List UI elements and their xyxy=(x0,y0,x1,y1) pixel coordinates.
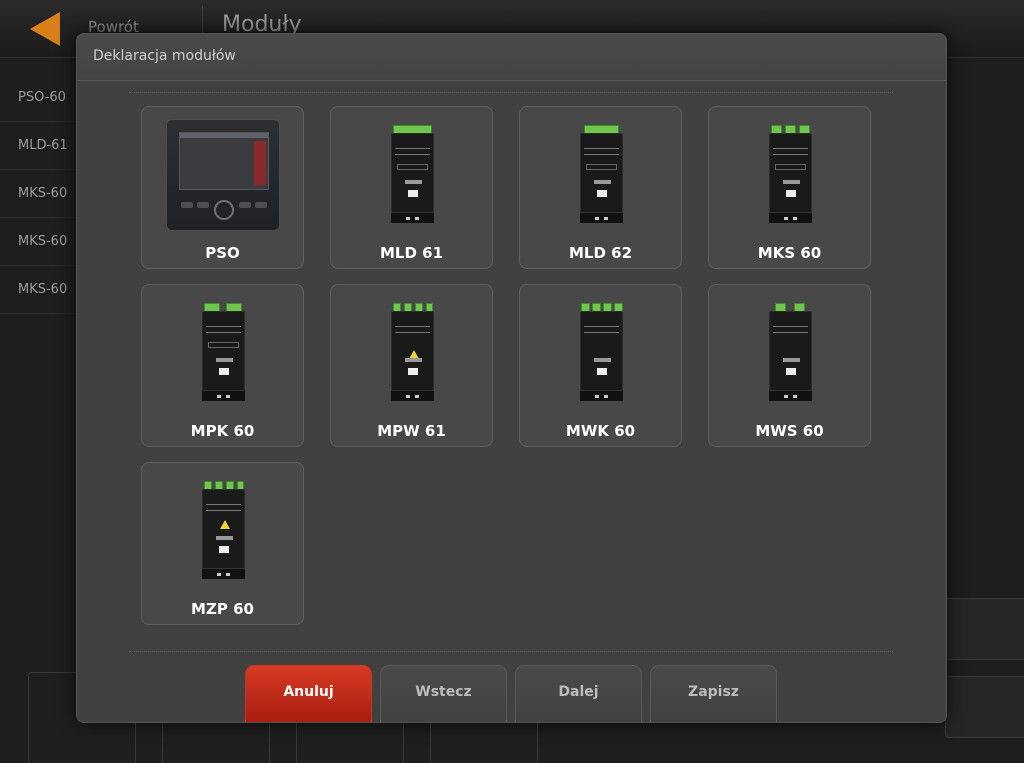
background-panel xyxy=(945,598,1024,660)
dialog-title: Deklaracja modułów xyxy=(93,48,236,64)
list-item[interactable]: MKS-60 xyxy=(0,170,78,218)
pso-device-image xyxy=(166,119,280,231)
list-item[interactable]: MKS-60 xyxy=(0,218,78,266)
module-image xyxy=(388,125,437,223)
module-label: MPK 60 xyxy=(190,422,255,440)
module-image xyxy=(766,125,815,223)
module-tile-mws-60[interactable]: MWS 60 xyxy=(708,284,871,447)
list-item[interactable]: MKS-60 xyxy=(0,266,78,314)
next-button[interactable]: Dalej xyxy=(515,665,642,722)
divider xyxy=(129,92,893,93)
save-button[interactable]: Zapisz xyxy=(650,665,777,722)
module-declaration-dialog: Deklaracja modułów PSO MLD 61 MLD 62 MKS… xyxy=(76,33,947,723)
background-panel xyxy=(945,676,1024,738)
module-label: MZP 60 xyxy=(191,600,254,618)
background-module-list: PSO-60 MLD-61 MKS-60 MKS-60 MKS-60 xyxy=(0,74,78,314)
divider xyxy=(129,651,893,652)
module-label: PSO xyxy=(205,244,240,262)
module-label: MWS 60 xyxy=(755,422,824,440)
module-image xyxy=(199,303,248,401)
module-label: MKS 60 xyxy=(757,244,822,262)
module-label: MPW 61 xyxy=(377,422,446,440)
list-item[interactable]: MLD-61 xyxy=(0,122,78,170)
module-label: MLD 62 xyxy=(568,244,633,262)
module-tile-mld-62[interactable]: MLD 62 xyxy=(519,106,682,269)
module-label: MLD 61 xyxy=(379,244,444,262)
back-arrow-icon[interactable] xyxy=(30,12,60,46)
module-tile-mks-60[interactable]: MKS 60 xyxy=(708,106,871,269)
module-tile-mpk-60[interactable]: MPK 60 xyxy=(141,284,304,447)
module-tile-mwk-60[interactable]: MWK 60 xyxy=(519,284,682,447)
dialog-header: Deklaracja modułów xyxy=(77,34,946,81)
module-image xyxy=(577,125,626,223)
module-image xyxy=(766,303,815,401)
module-tile-mzp-60[interactable]: MZP 60 xyxy=(141,462,304,625)
module-tile-pso[interactable]: PSO xyxy=(141,106,304,269)
list-item[interactable]: PSO-60 xyxy=(0,74,78,122)
module-image xyxy=(199,481,248,579)
cancel-button[interactable]: Anuluj xyxy=(245,665,372,722)
back-button[interactable]: Wstecz xyxy=(380,665,507,722)
module-tile-mpw-61[interactable]: MPW 61 xyxy=(330,284,493,447)
module-label: MWK 60 xyxy=(565,422,636,440)
module-image xyxy=(388,303,437,401)
module-image xyxy=(577,303,626,401)
module-tile-mld-61[interactable]: MLD 61 xyxy=(330,106,493,269)
